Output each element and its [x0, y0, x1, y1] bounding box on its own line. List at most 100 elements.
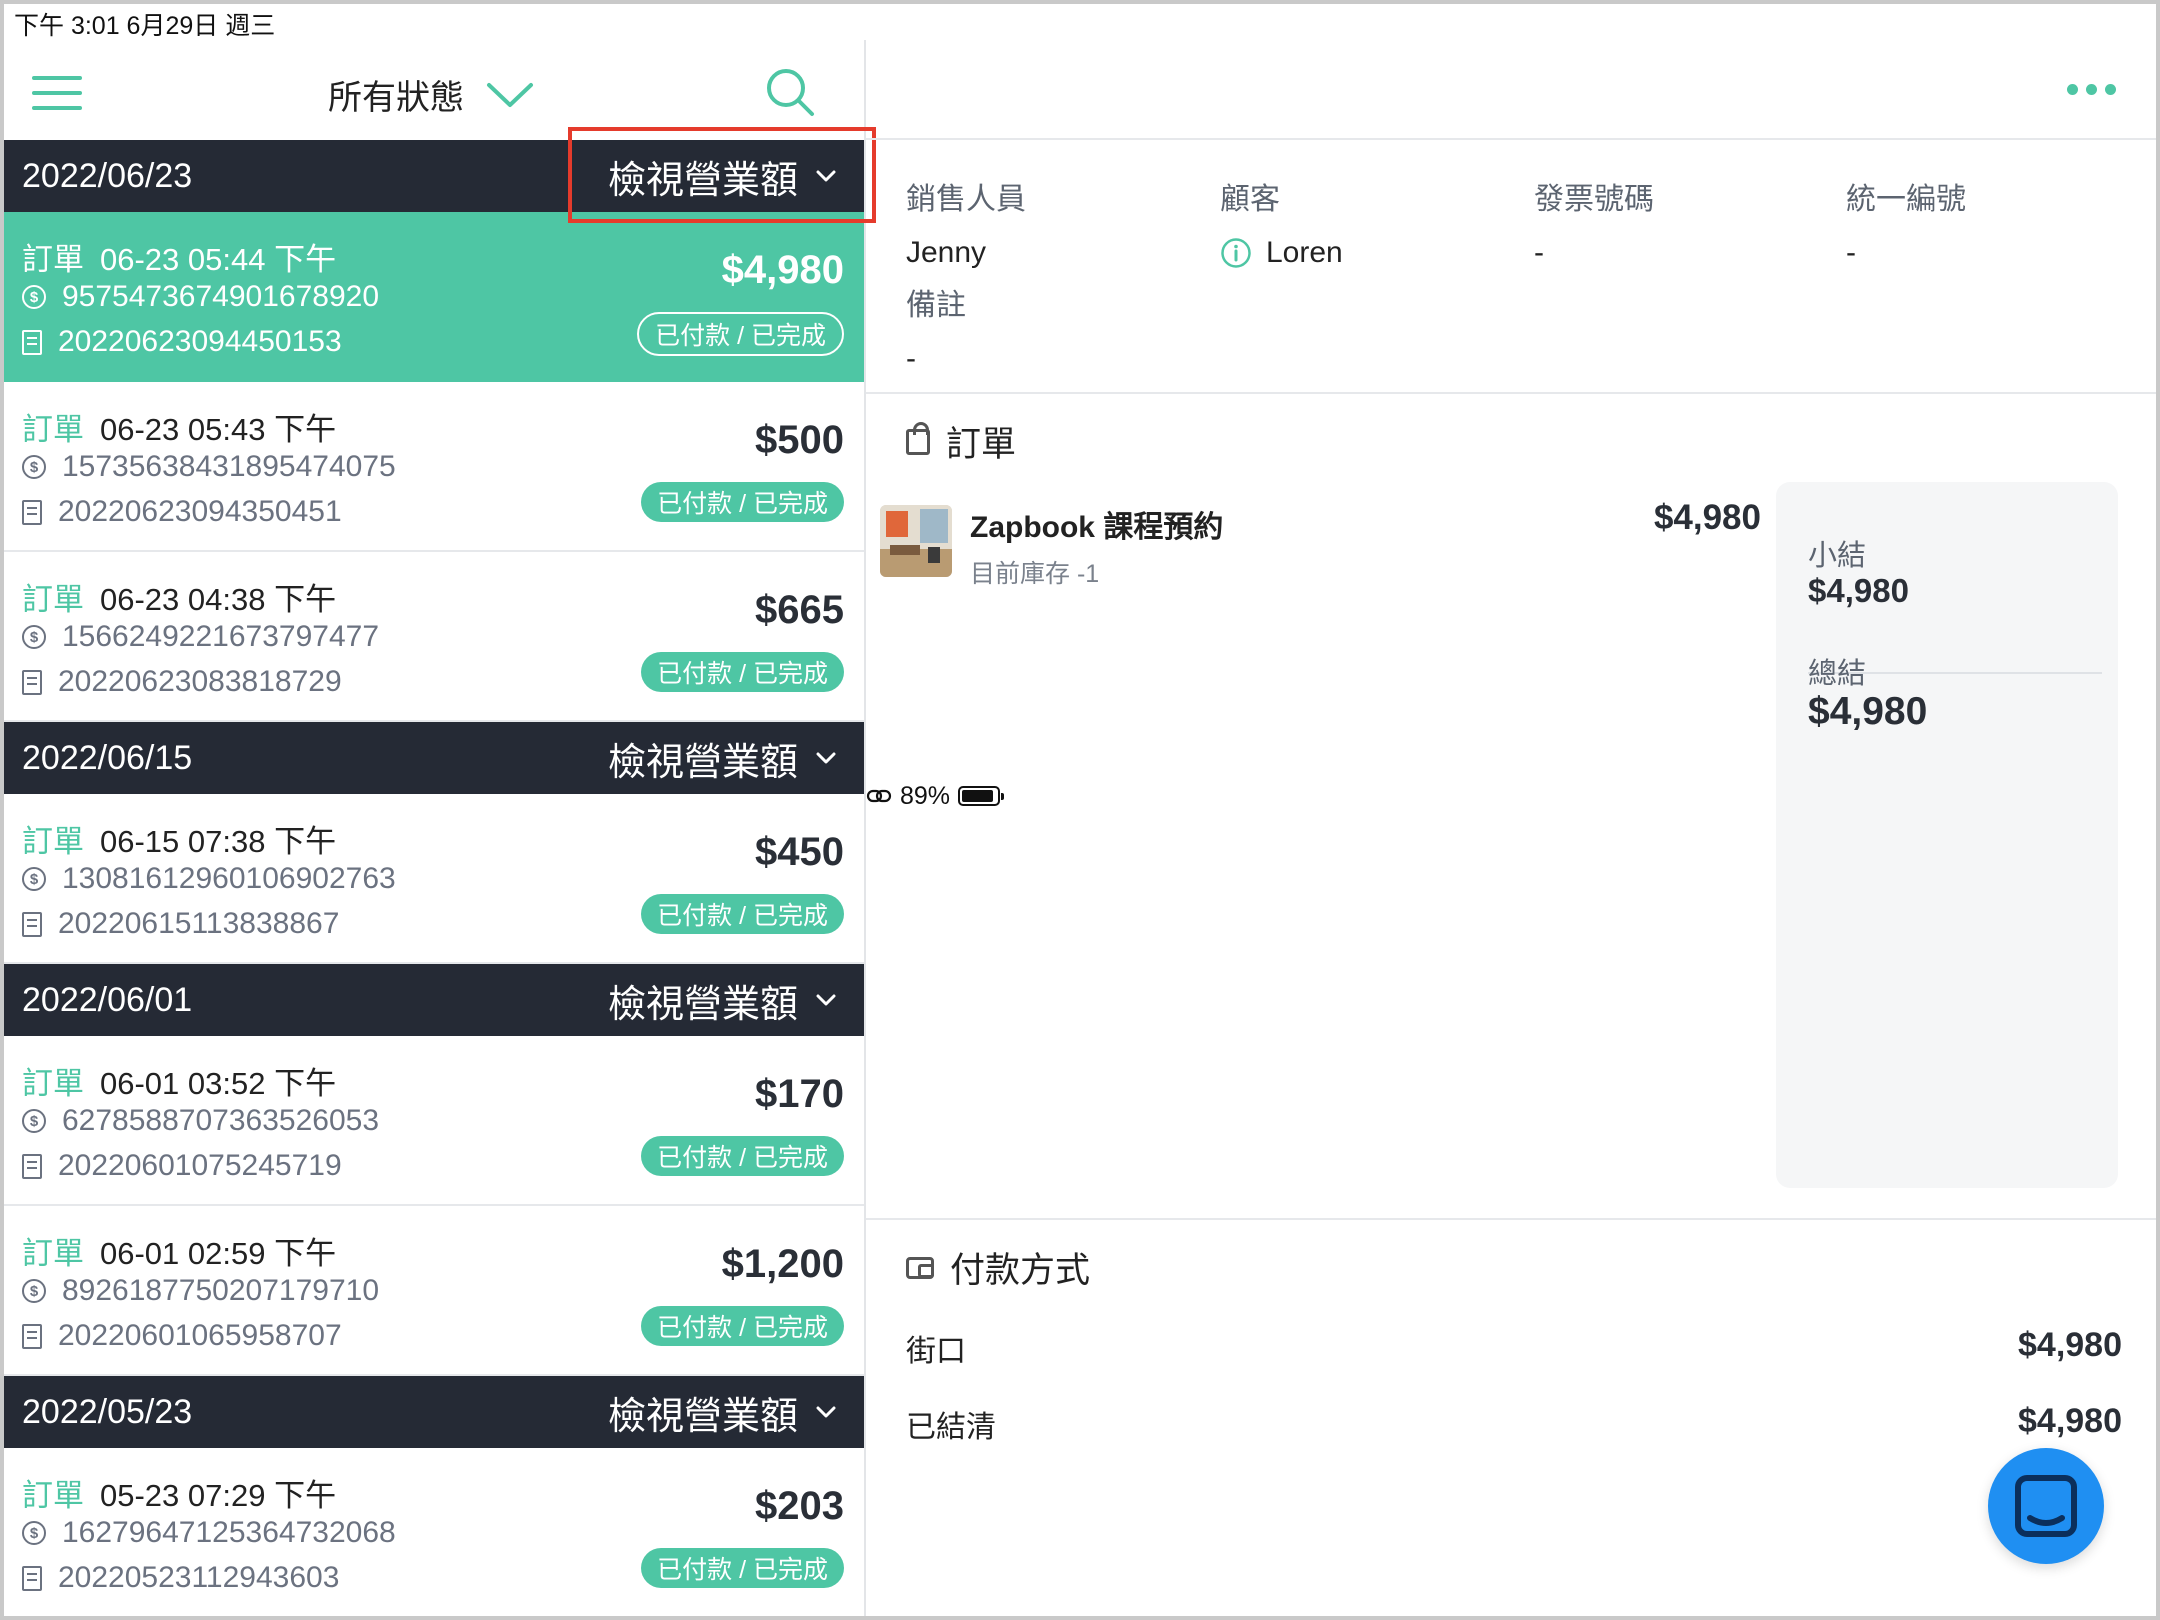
tax-id-value: -	[1846, 236, 1856, 269]
order-time: 06-01 03:52 下午	[100, 1066, 337, 1101]
order-row[interactable]: 訂單 05-23 07:29 下午 $16279647125364732068 2…	[4, 1448, 864, 1618]
divider	[866, 1218, 2156, 1220]
group-date: 2022/06/15	[22, 738, 193, 777]
tax-id-field: 統一編號 -	[1846, 174, 1966, 270]
order-transaction-id: 6278588707363526053	[62, 1104, 380, 1137]
status-badge: 已付款 / 已完成	[641, 1306, 844, 1346]
status-badge: 已付款 / 已完成	[641, 482, 844, 522]
date-group-header: 2022/06/15 檢視營業額	[4, 722, 864, 794]
order-row[interactable]: 訂單 06-15 07:38 下午 $13081612960106902763 2…	[4, 794, 864, 964]
order-time: 05-23 07:29 下午	[100, 1478, 337, 1513]
salesperson-label: 銷售人員	[906, 183, 1026, 216]
order-key: 訂單	[22, 242, 84, 277]
coin-icon: $	[22, 1279, 46, 1303]
chevron-down-icon	[816, 752, 836, 764]
coin-icon: $	[22, 625, 46, 649]
status-bar: 下午 3:01 6月29日 週三 89%	[0, 0, 2160, 810]
settled-amount: $4,980	[2018, 1402, 2122, 1440]
order-time: 06-23 04:38 下午	[100, 582, 337, 617]
order-transaction-id: 15735638431895474075	[62, 450, 396, 483]
invoice-field: 發票號碼 -	[1534, 174, 1654, 270]
view-revenue-button[interactable]: 檢視營業額	[608, 731, 836, 786]
order-list: 2022/06/23 檢視營業額 訂單 06-23 05:44 下午 $95754…	[4, 140, 864, 1618]
highlight-box	[568, 127, 876, 223]
salesperson-field: 銷售人員 Jenny	[906, 174, 1026, 270]
order-receipt-number: 20220601075245719	[58, 1149, 342, 1182]
coin-icon: $	[22, 867, 46, 891]
chat-button[interactable]	[1988, 1448, 2104, 1564]
customer-value[interactable]: Loren	[1266, 236, 1343, 270]
note-field: 備註 -	[906, 280, 966, 376]
group-date: 2022/06/23	[22, 156, 193, 195]
receipt-icon	[22, 1153, 42, 1179]
status-badge: 已付款 / 已完成	[641, 1548, 844, 1588]
order-row[interactable]: 訂單 06-01 03:52 下午 $6278588707363526053 20…	[4, 1036, 864, 1206]
date-group-header: 2022/05/23 檢視營業額	[4, 1376, 864, 1448]
order-amount: $450	[755, 830, 844, 874]
order-section-title: 訂單	[906, 416, 1016, 467]
status-time: 下午 3:01 6月29日 週三	[14, 12, 276, 40]
status-filter-label: 所有狀態	[328, 79, 464, 117]
order-time: 06-23 05:44 下午	[100, 242, 337, 277]
tax-id-label: 統一編號	[1846, 183, 1966, 216]
settled-row: 已結清 $4,980	[906, 1402, 2122, 1446]
receipt-icon	[22, 499, 42, 525]
chevron-down-icon	[816, 994, 836, 1006]
order-transaction-id: 16279647125364732068	[62, 1516, 396, 1549]
order-key: 訂單	[22, 1066, 84, 1101]
product-name: Zapbook 課程預約	[970, 511, 1224, 544]
salesperson-value: Jenny	[906, 236, 987, 269]
order-row[interactable]: 訂單 06-23 05:43 下午 $15735638431895474075 2…	[4, 382, 864, 552]
payment-method-amount: $4,980	[2018, 1326, 2122, 1364]
chat-icon	[2015, 1475, 2077, 1537]
coin-icon: $	[22, 1521, 46, 1545]
product-thumbnail	[880, 505, 952, 577]
order-key: 訂單	[22, 582, 84, 617]
shopping-bag-icon	[906, 421, 930, 455]
order-time: 06-15 07:38 下午	[100, 824, 337, 859]
search-icon[interactable]	[762, 64, 818, 120]
product-amount: $4,980	[1653, 498, 1761, 537]
payment-section-title: 付款方式	[906, 1242, 1090, 1293]
order-amount: $665	[755, 588, 844, 632]
view-revenue-button[interactable]: 檢視營業額	[608, 973, 836, 1028]
order-amount: $4,980	[721, 248, 844, 292]
order-key: 訂單	[22, 1236, 84, 1271]
order-transaction-id: 1566249221673797477	[62, 620, 380, 653]
order-receipt-number: 20220615113838867	[58, 907, 340, 940]
order-receipt-number: 20220601065958707	[58, 1319, 342, 1352]
date-group-header: 2022/06/01 檢視營業額	[4, 964, 864, 1036]
order-key: 訂單	[22, 1478, 84, 1513]
status-filter-dropdown[interactable]: 所有狀態	[328, 70, 534, 119]
invoice-label: 發票號碼	[1534, 183, 1654, 216]
more-options-icon[interactable]	[2067, 84, 2116, 95]
total-label: 總結	[1808, 658, 1867, 690]
subtotal-label: 小結	[1808, 540, 1867, 572]
settled-label: 已結清	[906, 1411, 996, 1444]
order-time: 06-01 02:59 下午	[100, 1236, 337, 1271]
status-badge: 已付款 / 已完成	[641, 652, 844, 692]
note-value: -	[906, 342, 916, 375]
info-icon[interactable]	[1220, 237, 1252, 269]
coin-icon: $	[22, 285, 46, 309]
order-time: 06-23 05:43 下午	[100, 412, 337, 447]
order-row[interactable]: 訂單 06-23 05:44 下午 $9575473674901678920 20…	[4, 212, 864, 382]
receipt-icon	[22, 669, 42, 695]
chevron-down-icon	[816, 1406, 836, 1418]
coin-icon: $	[22, 455, 46, 479]
invoice-value: -	[1534, 236, 1544, 269]
menu-icon[interactable]	[32, 76, 82, 110]
divider	[866, 138, 2156, 140]
status-badge: 已付款 / 已完成	[637, 312, 844, 356]
status-badge: 已付款 / 已完成	[641, 1136, 844, 1176]
order-transaction-id: 8926187750207179710	[62, 1274, 380, 1307]
view-revenue-button[interactable]: 檢視營業額	[608, 1385, 836, 1440]
payment-method-label: 街口	[906, 1335, 966, 1368]
order-row[interactable]: 訂單 06-01 02:59 下午 $8926187750207179710 20…	[4, 1206, 864, 1376]
receipt-icon	[22, 329, 42, 355]
chevron-down-icon	[487, 82, 533, 107]
order-transaction-id: 13081612960106902763	[62, 862, 396, 895]
order-list-panel: 所有狀態 2022/06/23 檢視營業額 訂單 06-23 05:44 下午 $…	[4, 40, 866, 1620]
order-row[interactable]: 訂單 06-23 04:38 下午 $1566249221673797477 20…	[4, 552, 864, 722]
order-amount: $203	[755, 1484, 844, 1528]
